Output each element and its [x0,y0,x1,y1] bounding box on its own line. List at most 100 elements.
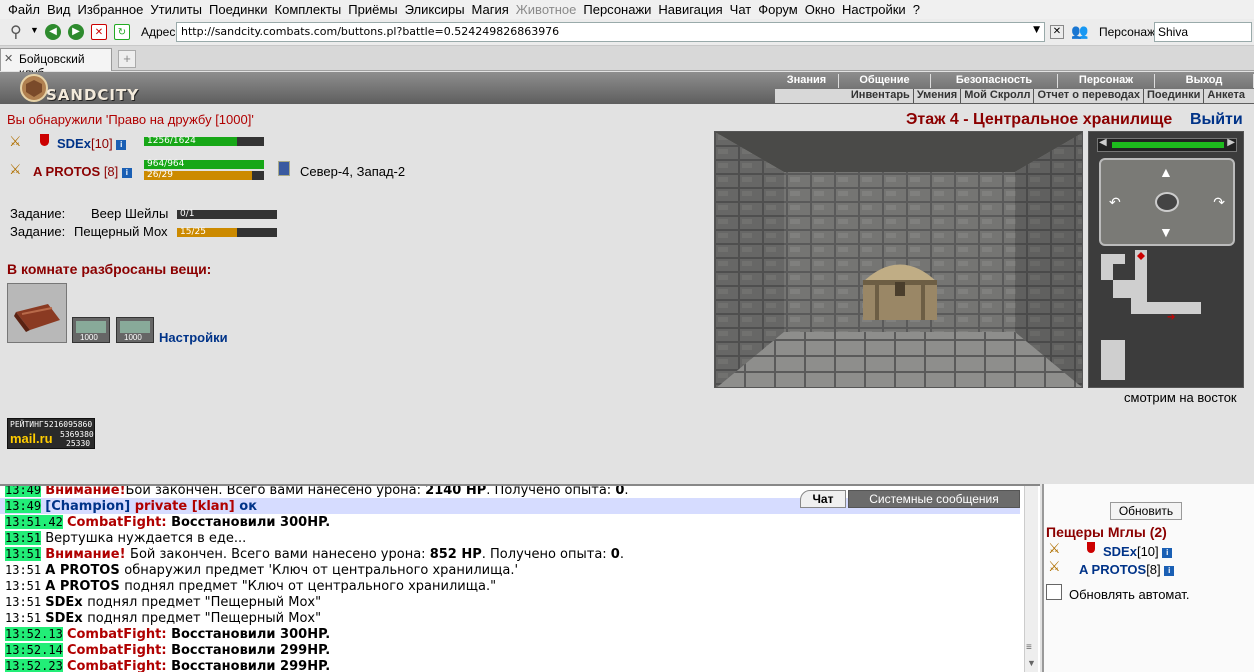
settings-link[interactable]: Настройки [159,330,228,345]
rating-counter[interactable]: РЕЙТИНГ 5216095860 mail.ru 5369380 25330 [7,418,95,449]
chat-line[interactable]: 13:51 SDEx поднял предмет "Пещерный Мох" [0,610,1020,626]
member-name[interactable]: A PROTOS [1079,562,1146,577]
chat-line[interactable]: 13:51.42 CombatFight: Восстановили 300HP… [0,514,1020,530]
nav-bottom-item[interactable]: Инвентарь [848,89,913,103]
chat-timestamp[interactable]: 13:52.23 [5,659,63,672]
nav-top-item[interactable]: Общение [839,74,931,88]
chat-timestamp[interactable]: 13:52.13 [5,627,63,641]
chat-timestamp[interactable]: 13:49 [5,486,42,497]
chat-timestamp[interactable]: 13:49 [5,499,42,513]
exit-link[interactable]: Выйти [1190,111,1243,129]
chat-line[interactable]: 13:51 A PROTOS поднял предмет "Ключ от ц… [0,578,1020,594]
auto-refresh-checkbox[interactable] [1046,584,1062,600]
address-dropdown-icon[interactable]: ▼ [1033,25,1040,35]
pin-icon[interactable]: ⚲ [10,22,22,42]
users-icon[interactable]: 👥 [1071,23,1088,40]
stop-icon[interactable]: ✕ [91,24,107,40]
menu-item-15[interactable]: Окно [805,2,835,17]
chat-line[interactable]: 13:51 SDEx поднял предмет "Пещерный Мох" [0,594,1020,610]
dungeon-view[interactable] [714,131,1083,388]
chat-line[interactable]: 13:52.23 CombatFight: Восстановили 299HP… [0,658,1020,672]
menu-item-16[interactable]: Настройки [842,2,906,17]
chat-line[interactable]: 13:52.14 CombatFight: Восстановили 299HP… [0,642,1020,658]
chat-timestamp[interactable]: 13:51 [5,579,41,593]
player-1[interactable]: SDEx[10] i [57,136,127,151]
nav-bottom-item[interactable]: Умения [912,89,960,103]
clear-icon[interactable]: ✕ [1050,25,1064,39]
battle-icon[interactable]: ⚔ [1048,558,1061,575]
menu-item-17[interactable]: ? [913,2,920,17]
menu-item-6[interactable]: Комплекты [275,2,342,17]
direction-pad[interactable]: ▲ ▼ ↶ ↷ [1099,158,1235,246]
chat-timestamp[interactable]: 13:52.14 [5,643,63,657]
tab-system-messages[interactable]: Системные сообщения [848,490,1020,508]
item-scroll-2[interactable]: 1000 [116,317,154,343]
chat-log[interactable]: 13:49 Внимание!Бой закончен. Всего вами … [0,484,1040,672]
player-name[interactable]: A PROTOS [33,164,100,179]
chat-timestamp[interactable]: 13:51.42 [5,515,63,529]
tab-close-icon[interactable]: ✕ [4,52,13,65]
nav-top-item[interactable]: Выход [1155,74,1254,88]
menu-item-4[interactable]: Утилиты [150,2,202,17]
menu-item-7[interactable]: Приёмы [348,2,397,17]
address-input[interactable]: http://sandcity.combats.com/buttons.pl?b… [176,22,1045,42]
nav-bottom-item[interactable]: Мой Скролл [960,89,1033,103]
refresh-view-icon[interactable] [1155,192,1179,212]
menu-item-5[interactable]: Поединки [209,2,268,17]
forward-arrow-icon[interactable]: ▲ [1159,164,1173,180]
turn-left-icon[interactable]: ↶ [1109,194,1121,211]
scroll-down-icon[interactable]: ▼ [1027,658,1036,668]
menu-item-11[interactable]: Персонажи [583,2,651,17]
chat-timestamp[interactable]: 13:51 [5,563,41,577]
chat-line[interactable]: 13:51 Вертушка нуждается в еде... [0,530,1020,546]
room-member-2[interactable]: A PROTOS[8] i [1079,562,1175,577]
item-wood[interactable] [7,283,67,343]
clan-emblem-icon[interactable] [40,134,49,146]
menu-item-10[interactable]: Животное [516,2,577,17]
info-icon[interactable]: i [1164,565,1175,576]
clan-emblem-icon[interactable] [1087,542,1095,553]
tab-chat[interactable]: Чат [800,490,846,508]
menu-item-13[interactable]: Чат [730,2,752,17]
forward-icon[interactable]: ▶ [68,24,84,40]
nav-bottom-item[interactable]: Анкета [1203,89,1248,103]
chat-line[interactable]: 13:51 Внимание! Бой закончен. Всего вами… [0,546,1020,562]
refresh-button[interactable]: Обновить [1110,502,1182,520]
new-tab-button[interactable]: + [118,50,136,68]
chat-line[interactable]: 13:51 A PROTOS обнаружил предмет 'Ключ о… [0,562,1020,578]
menu-item-14[interactable]: Форум [758,2,798,17]
chat-scrollbar[interactable]: ≡ ▼ [1024,486,1038,672]
info-icon[interactable]: i [1162,547,1173,558]
nav-bottom-item[interactable]: Отчет о переводах [1033,89,1143,103]
room-member-1[interactable]: SDEx[10] i [1103,544,1173,559]
menu-item-2[interactable]: Вид [47,2,71,17]
nav-top-item[interactable]: Безопасность [931,74,1058,88]
menu-item-3[interactable]: Избранное [78,2,144,17]
refresh-icon[interactable]: ↻ [114,24,130,40]
member-name[interactable]: SDEx [1103,544,1137,559]
back-icon[interactable]: ◀ [45,24,61,40]
turn-right-icon[interactable]: ↷ [1213,194,1225,211]
character-field[interactable]: Shiva [1154,22,1252,42]
battle-icon[interactable]: ⚔ [1048,540,1061,557]
chat-timestamp[interactable]: 13:51 [5,531,42,545]
nav-top-item[interactable]: Персонаж [1058,74,1155,88]
menu-item-8[interactable]: Эликсиры [405,2,465,17]
menu-item-12[interactable]: Навигация [658,2,722,17]
chat-timestamp[interactable]: 13:51 [5,547,42,561]
item-scroll-1[interactable]: 1000 [72,317,110,343]
nav-top-item[interactable]: Знания [775,74,839,88]
dropdown-arrow-icon[interactable]: ▼ [30,25,39,35]
nav-bottom-item[interactable]: Поединки [1143,89,1203,103]
scroll-grip-icon[interactable]: ≡ [1026,642,1032,653]
chat-line[interactable]: 13:52.13 CombatFight: Восстановили 300HP… [0,626,1020,642]
tab-fight-club[interactable]: ✕ Бойцовский клуб [0,48,112,80]
menu-item-9[interactable]: Магия [472,2,509,17]
chat-timestamp[interactable]: 13:51 [5,595,41,609]
backward-arrow-icon[interactable]: ▼ [1159,224,1173,240]
menu-item-1[interactable]: Файл [8,2,40,17]
info-icon[interactable]: i [121,167,132,178]
info-icon[interactable]: i [116,139,127,150]
battle-icon[interactable]: ⚔ [9,161,22,178]
battle-icon[interactable]: ⚔ [9,133,22,150]
